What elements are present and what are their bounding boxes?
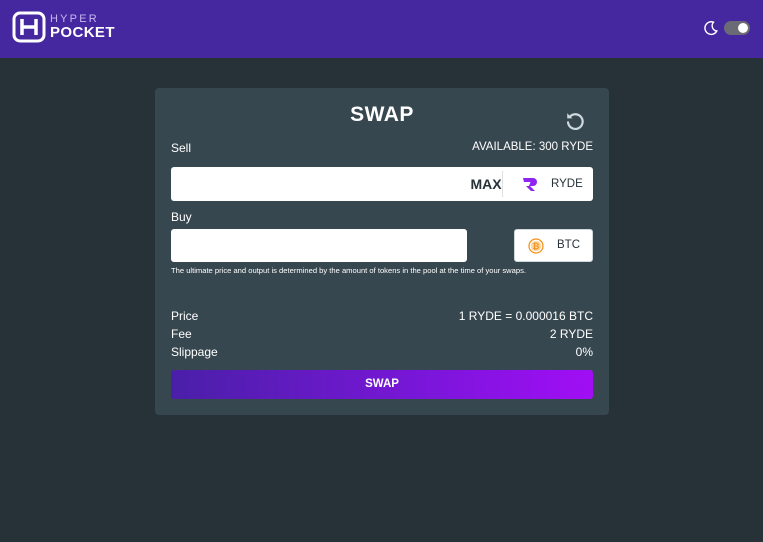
fee-value: 2 RYDE <box>549 327 593 341</box>
swap-title: SWAP <box>350 103 414 126</box>
svg-text:₿: ₿ <box>533 241 540 252</box>
sell-field[interactable]: MAX RYDE <box>171 167 593 201</box>
hyper-pocket-logo-icon <box>12 11 46 43</box>
moon-icon <box>704 21 718 36</box>
brand-name-line2: POCKET <box>50 24 115 41</box>
buy-label: Buy <box>171 210 192 224</box>
bitcoin-icon: ₿ <box>528 238 544 254</box>
swap-card: SWAP Sell AVAILABLE: 300 RYDE MAX RYDE B… <box>155 88 609 415</box>
sell-label: Sell <box>171 141 192 155</box>
slippage-value: 0% <box>575 345 593 359</box>
buy-token-symbol: BTC <box>557 239 580 251</box>
available-balance: AVAILABLE: 300 RYDE <box>472 141 593 153</box>
buy-token-selector[interactable]: ₿ BTC <box>514 229 593 262</box>
fee-label: Fee <box>171 327 192 341</box>
sell-token-symbol: RYDE <box>551 178 583 190</box>
buy-amount-input[interactable] <box>171 229 467 262</box>
toggle-knob <box>738 23 748 33</box>
refresh-icon[interactable] <box>564 110 586 132</box>
dark-mode-toggle[interactable] <box>724 21 750 35</box>
price-value: 1 RYDE = 0.000016 BTC <box>458 309 593 323</box>
top-navigation-bar: HYPER POCKET <box>0 0 763 58</box>
sell-token-selector[interactable]: RYDE <box>503 167 593 201</box>
price-label: Price <box>171 309 199 323</box>
swap-button[interactable]: SWAP <box>171 370 593 399</box>
slippage-label: Slippage <box>171 345 218 359</box>
ryde-token-icon <box>523 178 537 191</box>
price-notice: The ultimate price and output is determi… <box>171 266 526 275</box>
brand-logo[interactable]: HYPER POCKET <box>12 11 115 45</box>
